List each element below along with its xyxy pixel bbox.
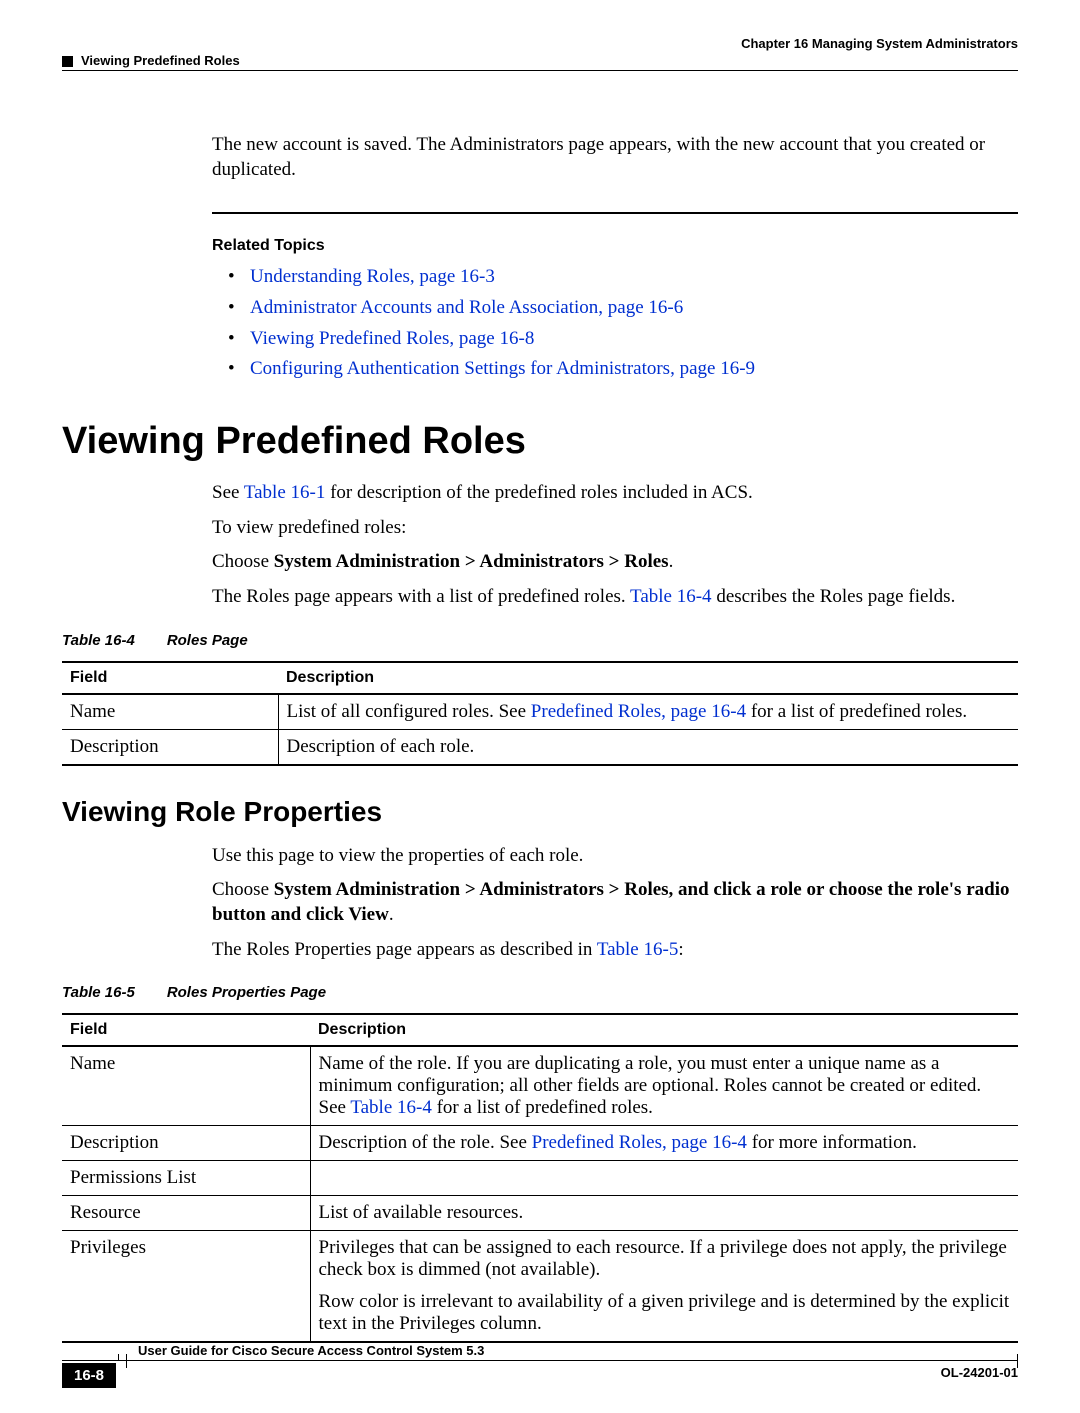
paragraph: Choose System Administration > Administr… bbox=[212, 878, 1018, 927]
paragraph: See Table 16-1 for description of the pr… bbox=[212, 481, 1018, 506]
subsection-heading: Viewing Role Properties bbox=[62, 796, 1018, 828]
link[interactable]: Understanding Roles, page 16-3 bbox=[250, 266, 495, 287]
related-topics-heading: Related Topics bbox=[212, 236, 1018, 257]
table-row: Resource List of available resources. bbox=[62, 1196, 1018, 1231]
cell-field: Name bbox=[62, 694, 278, 730]
cell-desc: Privileges that can be assigned to each … bbox=[310, 1231, 1018, 1343]
chapter-label: Chapter 16 Managing System Administrator… bbox=[741, 36, 1018, 51]
list-item: Configuring Authentication Settings for … bbox=[236, 357, 1018, 382]
square-icon bbox=[62, 56, 73, 67]
cell-field: Description bbox=[62, 729, 278, 765]
running-header: Chapter 16 Managing System Administrator… bbox=[62, 36, 1018, 71]
cell-field: Permissions List bbox=[62, 1161, 310, 1196]
cell-desc bbox=[310, 1161, 1018, 1196]
cell-field: Resource bbox=[62, 1196, 310, 1231]
col-header-desc: Description bbox=[310, 1014, 1018, 1046]
table-row: Privileges Privileges that can be assign… bbox=[62, 1231, 1018, 1343]
page-footer: User Guide for Cisco Secure Access Contr… bbox=[62, 1360, 1018, 1389]
section2-body: Use this page to view the properties of … bbox=[212, 844, 1018, 963]
table-caption: Table 16-4Roles Page bbox=[62, 632, 1018, 649]
link[interactable]: Configuring Authentication Settings for … bbox=[250, 358, 755, 379]
footer-guide-title: User Guide for Cisco Secure Access Contr… bbox=[138, 1343, 490, 1358]
link[interactable]: Predefined Roles, page 16-4 bbox=[531, 701, 746, 722]
table-16-5-block: Table 16-5Roles Properties Page Field De… bbox=[62, 984, 1018, 1343]
col-header-desc: Description bbox=[278, 662, 1018, 694]
link[interactable]: Administrator Accounts and Role Associat… bbox=[250, 297, 683, 318]
cell-field: Name bbox=[62, 1046, 310, 1126]
related-topics-list: Understanding Roles, page 16-3 Administr… bbox=[212, 265, 1018, 382]
header-breadcrumb: Viewing Predefined Roles bbox=[81, 53, 240, 68]
cell-desc: Description of each role. bbox=[278, 729, 1018, 765]
col-header-field: Field bbox=[62, 662, 278, 694]
cell-desc: List of all configured roles. See Predef… bbox=[278, 694, 1018, 730]
paragraph: The Roles page appears with a list of pr… bbox=[212, 585, 1018, 610]
link[interactable]: Table 16-1 bbox=[244, 482, 326, 503]
intro-paragraph: The new account is saved. The Administra… bbox=[212, 133, 1018, 182]
table-row: Description Description of each role. bbox=[62, 729, 1018, 765]
link[interactable]: Table 16-4 bbox=[350, 1097, 432, 1118]
cell-desc: Name of the role. If you are duplicating… bbox=[310, 1046, 1018, 1126]
paragraph: The Roles Properties page appears as des… bbox=[212, 938, 1018, 963]
paragraph: Choose System Administration > Administr… bbox=[212, 550, 1018, 575]
col-header-field: Field bbox=[62, 1014, 310, 1046]
table-row: Name Name of the role. If you are duplic… bbox=[62, 1046, 1018, 1126]
table-row: Name List of all configured roles. See P… bbox=[62, 694, 1018, 730]
table-16-4: Field Description Name List of all confi… bbox=[62, 661, 1018, 766]
link[interactable]: Table 16-4 bbox=[630, 586, 712, 607]
table-16-5: Field Description Name Name of the role.… bbox=[62, 1013, 1018, 1343]
list-item: Viewing Predefined Roles, page 16-8 bbox=[236, 327, 1018, 352]
link[interactable]: Predefined Roles, page 16-4 bbox=[532, 1132, 747, 1153]
paragraph: To view predefined roles: bbox=[212, 516, 1018, 541]
link[interactable]: Table 16-5 bbox=[597, 939, 679, 960]
cell-desc: List of available resources. bbox=[310, 1196, 1018, 1231]
intro-block: The new account is saved. The Administra… bbox=[212, 133, 1018, 214]
table-16-4-block: Table 16-4Roles Page Field Description N… bbox=[62, 632, 1018, 766]
table-caption: Table 16-5Roles Properties Page bbox=[62, 984, 1018, 1001]
list-item: Understanding Roles, page 16-3 bbox=[236, 265, 1018, 290]
section-heading: Viewing Predefined Roles bbox=[62, 420, 1018, 463]
page-number: 16-8 bbox=[62, 1363, 116, 1388]
cell-field: Privileges bbox=[62, 1231, 310, 1343]
cell-desc: Description of the role. See Predefined … bbox=[310, 1126, 1018, 1161]
table-row: Description Description of the role. See… bbox=[62, 1126, 1018, 1161]
cell-field: Description bbox=[62, 1126, 310, 1161]
list-item: Administrator Accounts and Role Associat… bbox=[236, 296, 1018, 321]
doc-code: OL-24201-01 bbox=[941, 1365, 1018, 1380]
paragraph: Use this page to view the properties of … bbox=[212, 844, 1018, 869]
related-topics: Related Topics Understanding Roles, page… bbox=[212, 236, 1018, 382]
table-row: Permissions List bbox=[62, 1161, 1018, 1196]
section1-body: See Table 16-1 for description of the pr… bbox=[212, 481, 1018, 610]
link[interactable]: Viewing Predefined Roles, page 16-8 bbox=[250, 328, 534, 349]
